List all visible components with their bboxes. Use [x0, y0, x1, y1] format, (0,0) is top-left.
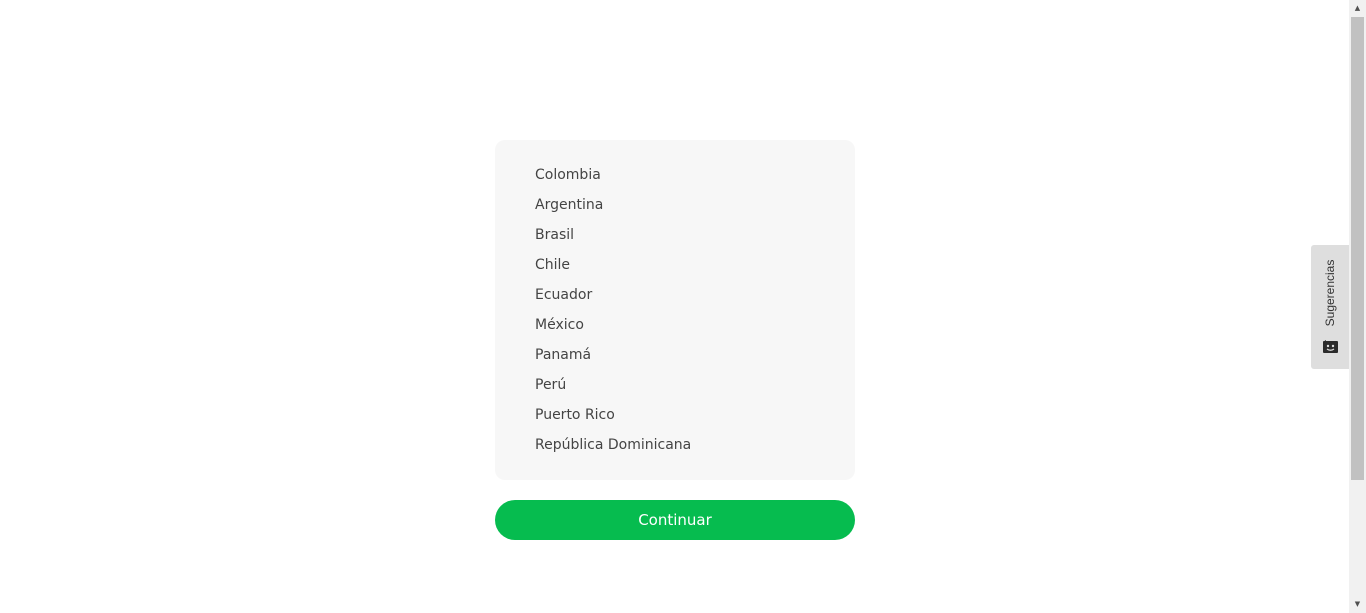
feedback-tab[interactable]: Sugerencias: [1311, 245, 1349, 369]
country-option-peru[interactable]: Perú: [535, 370, 835, 400]
country-option-mexico[interactable]: México: [535, 310, 835, 340]
vertical-scrollbar[interactable]: ▲ ▼: [1349, 0, 1366, 613]
country-option-argentina[interactable]: Argentina: [535, 190, 835, 220]
feedback-tab-label: Sugerencias: [1323, 259, 1337, 327]
country-option-brasil[interactable]: Brasil: [535, 220, 835, 250]
country-option-puerto-rico[interactable]: Puerto Rico: [535, 400, 835, 430]
scroll-up-arrow-icon[interactable]: ▲: [1349, 0, 1366, 17]
feedback-face-icon: [1323, 340, 1338, 353]
continue-button[interactable]: Continuar: [495, 500, 855, 540]
country-option-republica-dominicana[interactable]: República Dominicana: [535, 430, 835, 460]
country-selection-panel: Colombia Argentina Brasil Chile Ecuador …: [495, 140, 855, 480]
country-option-colombia[interactable]: Colombia: [535, 160, 835, 190]
scroll-down-arrow-icon[interactable]: ▼: [1349, 596, 1366, 613]
scrollbar-thumb[interactable]: [1351, 17, 1364, 480]
country-option-chile[interactable]: Chile: [535, 250, 835, 280]
country-option-ecuador[interactable]: Ecuador: [535, 280, 835, 310]
country-option-panama[interactable]: Panamá: [535, 340, 835, 370]
page: Colombia Argentina Brasil Chile Ecuador …: [0, 0, 1366, 613]
country-list: Colombia Argentina Brasil Chile Ecuador …: [535, 160, 835, 460]
